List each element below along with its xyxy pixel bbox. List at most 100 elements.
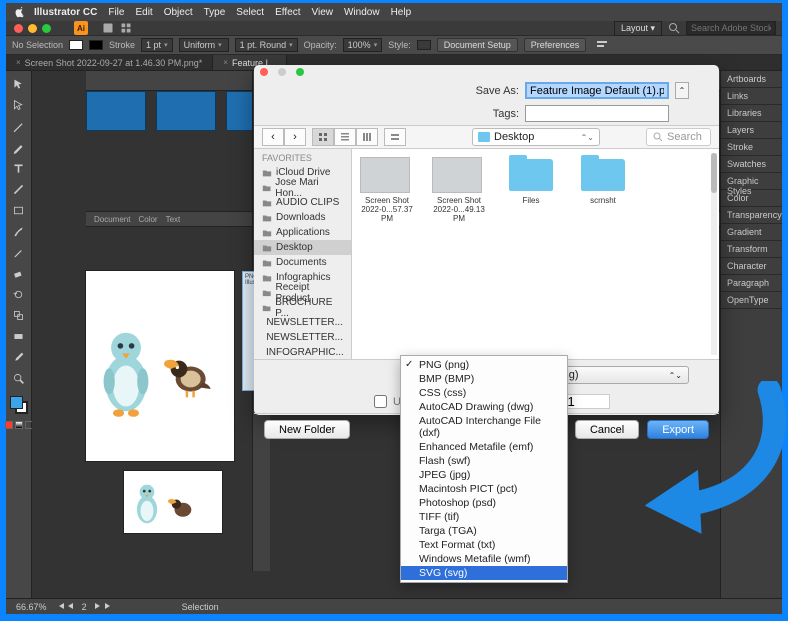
menu-type[interactable]: Type (204, 7, 226, 18)
workspace-dropdown[interactable]: Layout ▾ (614, 21, 662, 36)
sidebar-item[interactable]: Downloads (254, 210, 351, 225)
magic-wand-tool[interactable] (9, 117, 29, 135)
sidebar-item[interactable]: Desktop (254, 240, 351, 255)
opacity-dropdown[interactable]: 100% (343, 38, 383, 52)
close-tab-icon[interactable]: × (223, 58, 228, 67)
panel-transparency[interactable]: Transparency (721, 207, 782, 224)
align-icon[interactable] (596, 39, 608, 51)
format-menu-item[interactable]: AutoCAD Interchange File (dxf) (401, 414, 567, 440)
file-browser-pane[interactable]: Screen Shot 2022-0...57.37 PM Screen Shot… (352, 149, 719, 359)
format-menu-item[interactable]: SVG (svg) (401, 566, 567, 580)
stroke-weight-dropdown[interactable]: 1 pt (141, 38, 173, 52)
stroke-swatch[interactable] (89, 40, 103, 50)
sidebar-item[interactable]: BROCHURE P... (254, 300, 351, 315)
color-mode-icons[interactable] (5, 421, 33, 429)
sidebar-item[interactable]: Applications (254, 225, 351, 240)
format-menu-item[interactable]: Text Format (txt) (401, 538, 567, 552)
back-icon[interactable]: ‹ (262, 128, 284, 146)
pencil-tool[interactable] (9, 243, 29, 261)
style-swatch[interactable] (417, 40, 431, 50)
panel-transform[interactable]: Transform (721, 241, 782, 258)
format-menu-item[interactable]: Photoshop (psd) (401, 496, 567, 510)
format-menu-item[interactable]: BMP (BMP) (401, 372, 567, 386)
stock-search-input[interactable] (686, 21, 776, 35)
pen-tool[interactable] (9, 138, 29, 156)
file-item[interactable]: scrnsht (576, 157, 630, 205)
menu-file[interactable]: File (108, 7, 124, 18)
format-menu-item[interactable]: TIFF (tif) (401, 510, 567, 524)
sidebar-item[interactable]: NEWSLETTER... (254, 330, 351, 345)
menu-effect[interactable]: Effect (275, 7, 300, 18)
use-artboards-checkbox[interactable] (374, 395, 387, 408)
panel-opentype[interactable]: OpenType (721, 292, 782, 309)
zoom-tool[interactable] (9, 369, 29, 387)
brush-dropdown[interactable]: 1 pt. Round (235, 38, 298, 52)
type-tool[interactable] (9, 159, 29, 177)
format-menu-item[interactable]: AutoCAD Drawing (dwg) (401, 400, 567, 414)
file-item[interactable]: Screen Shot 2022-0...57.37 PM (360, 157, 414, 224)
dialog-zoom-icon[interactable] (296, 68, 304, 76)
panel-gradient[interactable]: Gradient (721, 224, 782, 241)
menu-select[interactable]: Select (236, 7, 264, 18)
zoom-icon[interactable] (42, 24, 51, 33)
line-tool[interactable] (9, 180, 29, 198)
artboard-nav[interactable]: 2 (57, 602, 112, 612)
artboard-thumb[interactable] (86, 91, 146, 131)
last-icon[interactable] (104, 602, 112, 610)
sidebar-item[interactable]: Jose Mari Hon... (254, 180, 351, 195)
preferences-button[interactable]: Preferences (524, 38, 587, 52)
format-menu-item[interactable]: JPEG (jpg) (401, 468, 567, 482)
format-menu-item[interactable]: Flash (swf) (401, 454, 567, 468)
fill-swatch[interactable] (69, 40, 83, 50)
nav-back-forward[interactable]: ‹ › (262, 128, 306, 146)
dialog-close-icon[interactable] (260, 68, 268, 76)
first-icon[interactable] (57, 602, 65, 610)
bridge-icon[interactable] (102, 22, 114, 34)
scale-tool[interactable] (9, 306, 29, 324)
mac-menubar[interactable]: Illustrator CC File Edit Object Type Sel… (6, 3, 782, 21)
artboard-thumb-small[interactable] (124, 471, 222, 533)
format-menu-item[interactable]: Macintosh PICT (pct) (401, 482, 567, 496)
format-menu-item[interactable]: Windows Metafile (wmf) (401, 552, 567, 566)
direct-selection-tool[interactable] (9, 96, 29, 114)
menu-object[interactable]: Object (164, 7, 193, 18)
panel-libraries[interactable]: Libraries (721, 105, 782, 122)
format-menu-item[interactable]: Enhanced Metafile (emf) (401, 440, 567, 454)
export-button[interactable]: Export (647, 420, 709, 439)
close-icon[interactable] (14, 24, 23, 33)
filename-input[interactable] (525, 82, 669, 99)
tags-input[interactable] (525, 105, 669, 122)
icon-view-icon[interactable] (312, 128, 334, 146)
file-item[interactable]: Screen Shot 2022-0...49.13 PM (432, 157, 486, 224)
panel-artboards[interactable]: Artboards (721, 71, 782, 88)
sidebar-item[interactable]: INFOGRAPHIC... (254, 345, 351, 359)
document-setup-button[interactable]: Document Setup (437, 38, 518, 52)
arrange-icon[interactable] (120, 22, 132, 34)
panel-character[interactable]: Character (721, 258, 782, 275)
format-menu-item[interactable]: CSS (css) (401, 386, 567, 400)
close-tab-icon[interactable]: × (16, 58, 21, 67)
rotate-tool[interactable] (9, 285, 29, 303)
gradient-tool[interactable] (9, 327, 29, 345)
scrollbar[interactable] (711, 153, 717, 355)
menu-help[interactable]: Help (391, 7, 412, 18)
prev-icon[interactable] (67, 602, 75, 610)
file-item[interactable]: Files (504, 157, 558, 205)
group-dropdown[interactable] (384, 128, 406, 146)
selection-tool[interactable] (9, 75, 29, 93)
sidebar-item[interactable]: Documents (254, 255, 351, 270)
range-input[interactable] (566, 394, 610, 409)
format-menu[interactable]: ✓PNG (png)BMP (BMP)CSS (css)AutoCAD Draw… (400, 355, 568, 583)
artboard-thumb[interactable] (156, 91, 216, 131)
eyedropper-tool[interactable] (9, 348, 29, 366)
panel-stroke[interactable]: Stroke (721, 139, 782, 156)
scrollbar-thumb[interactable] (711, 153, 717, 193)
column-view-icon[interactable] (356, 128, 378, 146)
expand-toggle[interactable]: ⌃ (675, 82, 689, 99)
fill-stroke-indicator[interactable] (10, 396, 28, 414)
tab-0[interactable]: ×Screen Shot 2022-09-27 at 1.46.30 PM.pn… (6, 55, 213, 70)
menu-view[interactable]: View (311, 7, 333, 18)
rectangle-tool[interactable] (9, 201, 29, 219)
panel-swatches[interactable]: Swatches (721, 156, 782, 173)
next-icon[interactable] (93, 602, 101, 610)
